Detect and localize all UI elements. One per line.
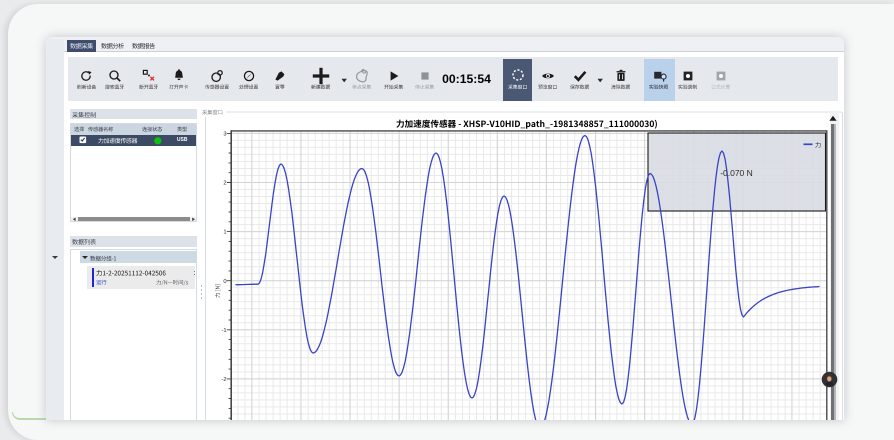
svg-text:2: 2	[223, 181, 226, 187]
svg-text:1: 1	[223, 230, 226, 236]
svg-text:-0.070 N: -0.070 N	[720, 168, 753, 178]
svg-text:-1: -1	[221, 328, 226, 334]
svg-text:3: 3	[223, 132, 226, 138]
svg-text:-2: -2	[221, 377, 226, 383]
